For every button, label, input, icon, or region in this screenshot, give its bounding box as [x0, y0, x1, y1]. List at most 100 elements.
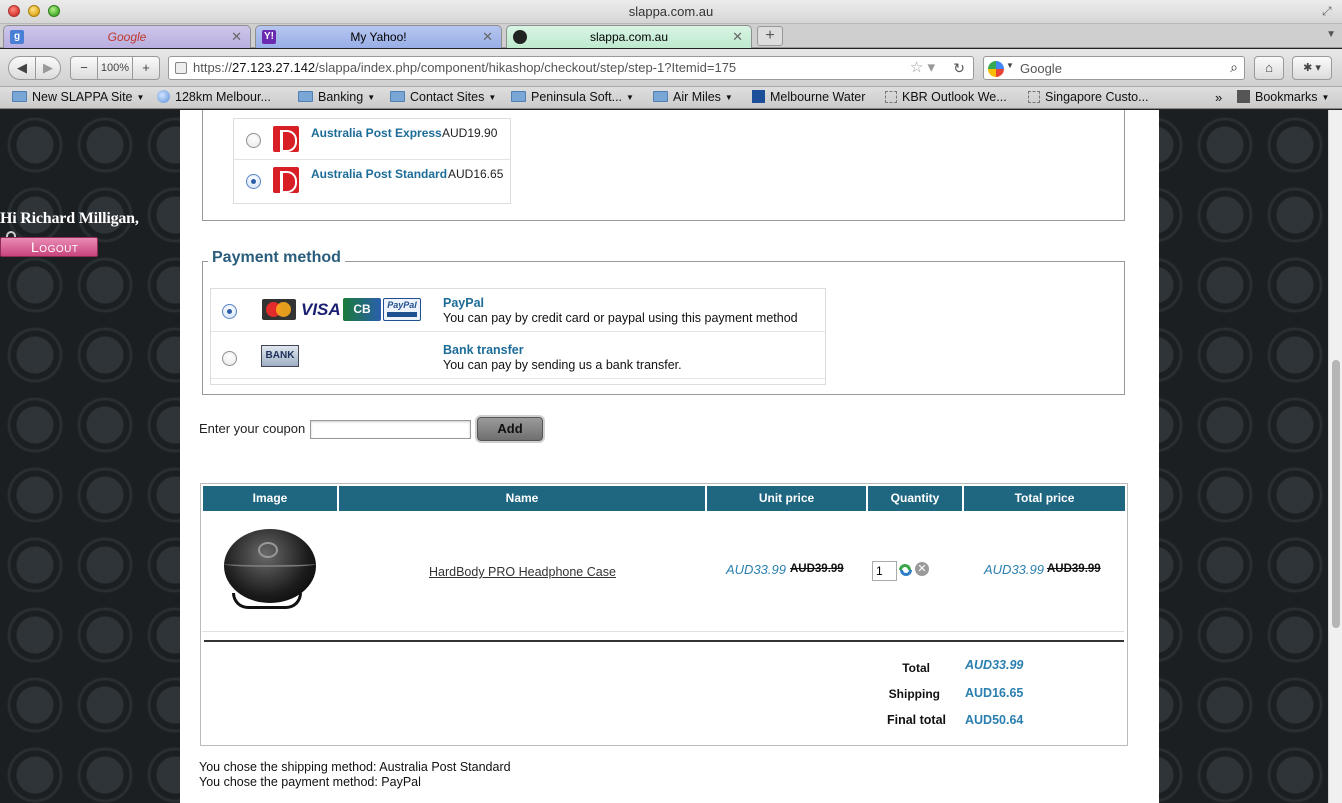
bookmark-new-slappa-site[interactable]: New SLAPPA Site ▼ [12, 90, 144, 104]
bookmark-label: Peninsula Soft... [531, 90, 623, 104]
back-button[interactable]: ◀ [8, 56, 36, 80]
fullscreen-icon[interactable]: ⤢ [1322, 4, 1336, 18]
shipping-method-fieldset: Australia Post Express AUD19.90 Australi… [202, 110, 1125, 221]
payment-radio-paypal[interactable] [222, 304, 237, 319]
google-engine-icon[interactable] [988, 61, 1004, 77]
page-scrollbar[interactable] [1328, 110, 1342, 803]
tab-label: slappa.com.au [589, 30, 669, 44]
slappa-favicon-icon [513, 30, 527, 44]
payment-options: VISA CB PayPal PayPal You can pay by cre… [210, 288, 826, 385]
remove-item-icon[interactable]: ✕ [915, 562, 929, 576]
payment-option-name[interactable]: PayPal [443, 296, 484, 310]
forward-button[interactable]: ▶ [35, 56, 61, 80]
cart-table [200, 483, 1128, 746]
tab-slappa[interactable]: slappa.com.au ✕ [506, 25, 752, 48]
folder-icon [511, 91, 526, 102]
shipping-value: AUD16.65 [965, 686, 1024, 700]
bookmark-contact-sites[interactable]: Contact Sites ▼ [390, 90, 496, 104]
zoom-level[interactable]: 100% [97, 56, 133, 80]
shipping-option-name[interactable]: Australia Post Standard [311, 167, 447, 181]
shipping-label: Shipping [888, 687, 940, 701]
bookmark-air-miles[interactable]: Air Miles ▼ [653, 90, 733, 104]
product-name-link[interactable]: HardBody PRO Headphone Case [429, 565, 616, 579]
column-header-name: Name [339, 486, 705, 511]
new-tab-button[interactable]: + [757, 26, 783, 46]
australia-post-icon [273, 126, 299, 152]
shipping-option-name[interactable]: Australia Post Express [311, 126, 442, 140]
payment-radio-bank-transfer[interactable] [222, 351, 237, 366]
bookmarks-icon [1237, 90, 1250, 103]
bookmark-label: Singapore Custo... [1045, 90, 1149, 104]
bookmarks-toolbar: New SLAPPA Site ▼ 128km Melbour... Bankin… [0, 87, 1342, 109]
bookmark-peninsula-soft[interactable]: Peninsula Soft... ▼ [511, 90, 634, 104]
more-bookmarks-chevron-icon[interactable]: » [1215, 90, 1222, 105]
scrollbar-thumb[interactable] [1332, 360, 1340, 628]
row-divider [202, 631, 1124, 632]
bookmarks-menu-label: Bookmarks [1255, 90, 1318, 104]
tab-list-chevron-icon[interactable]: ▼ [1326, 29, 1336, 40]
tab-yahoo[interactable]: Y! My Yahoo! ✕ [255, 25, 502, 48]
reload-icon[interactable]: ↻ [953, 57, 965, 79]
url-host: 27.123.27.142 [232, 60, 316, 75]
bookmark-singapore-customs[interactable]: Singapore Custo... [1028, 90, 1149, 104]
payment-summary: You chose the payment method: PayPal [199, 775, 421, 789]
bookmarks-menu[interactable]: Bookmarks ▼ [1237, 90, 1329, 104]
column-header-image: Image [203, 486, 337, 511]
product-image[interactable] [222, 527, 318, 613]
zoom-in-button[interactable]: + [132, 56, 160, 80]
shipping-radio-standard[interactable] [246, 174, 261, 189]
row-divider [211, 331, 825, 332]
payment-option-name[interactable]: Bank transfer [443, 343, 524, 357]
total-value: AUD33.99 [965, 658, 1024, 672]
total-label: Total [902, 661, 930, 675]
user-greeting: Hi Richard Milligan, [0, 210, 139, 227]
chevron-down-icon: ▼ [367, 93, 376, 102]
column-header-unit-price: Unit price [707, 486, 866, 511]
quantity-input[interactable]: 1 [872, 561, 897, 581]
folder-icon [12, 91, 27, 102]
add-coupon-button[interactable]: Add [477, 417, 543, 441]
site-identity-icon[interactable] [175, 62, 187, 74]
url-field[interactable]: https://27.123.27.142/slappa/index.php/c… [168, 56, 974, 80]
logout-button[interactable]: Logout [0, 237, 98, 257]
bookmark-label: New SLAPPA Site [32, 90, 133, 104]
bookmark-banking[interactable]: Banking ▼ [298, 90, 375, 104]
refresh-quantity-icon[interactable] [898, 562, 914, 578]
home-button[interactable]: ⌂ [1254, 56, 1284, 80]
zoom-out-button[interactable]: − [70, 56, 98, 80]
close-tab-icon[interactable]: ✕ [482, 29, 493, 45]
unit-price: AUD33.99 [726, 562, 786, 577]
bookmark-star-icon[interactable]: ☆ ▾ [910, 57, 935, 79]
bookmark-label: Banking [318, 90, 364, 104]
row-divider [234, 159, 510, 160]
bookmark-melbourne-water[interactable]: Melbourne Water [752, 90, 865, 104]
coupon-input[interactable] [310, 420, 471, 439]
search-icon[interactable]: ⌕ [1230, 59, 1238, 76]
final-total-label: Final total [886, 713, 946, 727]
page-viewport: Hi Richard Milligan, Logout Australia Po… [0, 110, 1328, 803]
tab-google[interactable]: g Google ✕ [3, 25, 251, 48]
url-prefix: https:// [193, 60, 233, 75]
cb-card-icon: CB [343, 298, 381, 321]
bookmark-kbr-outlook[interactable]: KBR Outlook We... [885, 90, 1007, 104]
shipping-options: Australia Post Express AUD19.90 Australi… [233, 118, 511, 204]
addons-button[interactable]: ✱ ▾ [1292, 56, 1332, 80]
url-path: /slappa/index.php/component/hikashop/che… [315, 60, 737, 75]
column-header-quantity: Quantity [868, 486, 962, 511]
engine-dropdown-icon[interactable]: ▼ [1006, 61, 1014, 70]
chevron-down-icon: ▼ [488, 93, 497, 102]
shipping-summary: You chose the shipping method: Australia… [199, 760, 511, 774]
total-price-old: AUD39.99 [1047, 563, 1101, 575]
search-field[interactable]: ▼ Google ⌕ [983, 56, 1245, 80]
bookmark-128km-melbourne[interactable]: 128km Melbour... [157, 90, 271, 104]
bank-icon: BANK [261, 345, 299, 367]
chevron-down-icon: ▼ [626, 93, 634, 102]
chevron-down-icon: ▼ [1321, 93, 1330, 102]
total-price: AUD33.99 [984, 562, 1044, 577]
close-tab-icon[interactable]: ✕ [231, 29, 242, 45]
shipping-radio-express[interactable] [246, 133, 261, 148]
navigation-toolbar: ◀ ▶ − 100% + https://27.123.27.142/slapp… [0, 49, 1342, 87]
close-tab-icon[interactable]: ✕ [732, 29, 743, 45]
bookmark-label: 128km Melbour... [175, 90, 271, 104]
visa-icon: VISA [301, 300, 341, 319]
